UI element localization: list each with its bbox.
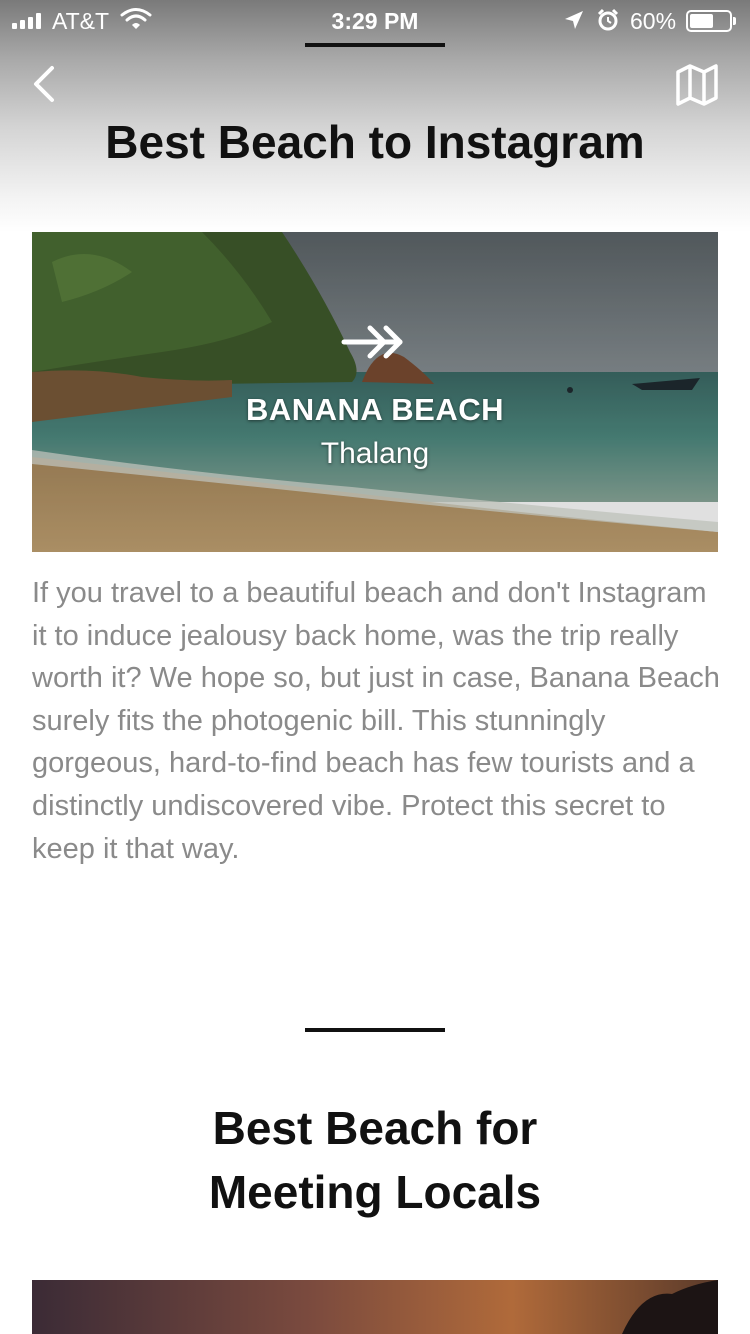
double-arrow-right-icon: [341, 325, 403, 359]
battery-icon: [686, 10, 732, 32]
section-title-2: Best Beach for Meeting Locals: [0, 1096, 750, 1224]
section-title-line: Best Beach for: [212, 1102, 538, 1154]
battery-nub: [733, 17, 736, 25]
beach-name: BANANA BEACH: [245, 392, 504, 427]
battery-level: [690, 14, 713, 28]
map-icon[interactable]: [672, 60, 722, 110]
time-underline: [305, 43, 445, 47]
section-title-line: Meeting Locals: [208, 1166, 542, 1218]
alarm-icon: [597, 8, 619, 31]
beach-location: Thalang: [320, 437, 430, 470]
location-arrow-icon: [565, 11, 583, 29]
sunset-photo: [32, 1280, 718, 1334]
beach-card-2[interactable]: [32, 1280, 718, 1334]
chevron-left-icon[interactable]: [24, 62, 68, 106]
beach-description: If you travel to a beautiful beach and d…: [32, 577, 720, 865]
section-title: Best Beach to Instagram: [105, 116, 645, 168]
section-divider: [305, 1028, 445, 1032]
beach-card[interactable]: BANANA BEACH Thalang: [32, 232, 718, 552]
status-bar: AT&T 3:29 PM 60%: [0, 0, 750, 42]
battery-percentage: 60%: [630, 8, 677, 34]
